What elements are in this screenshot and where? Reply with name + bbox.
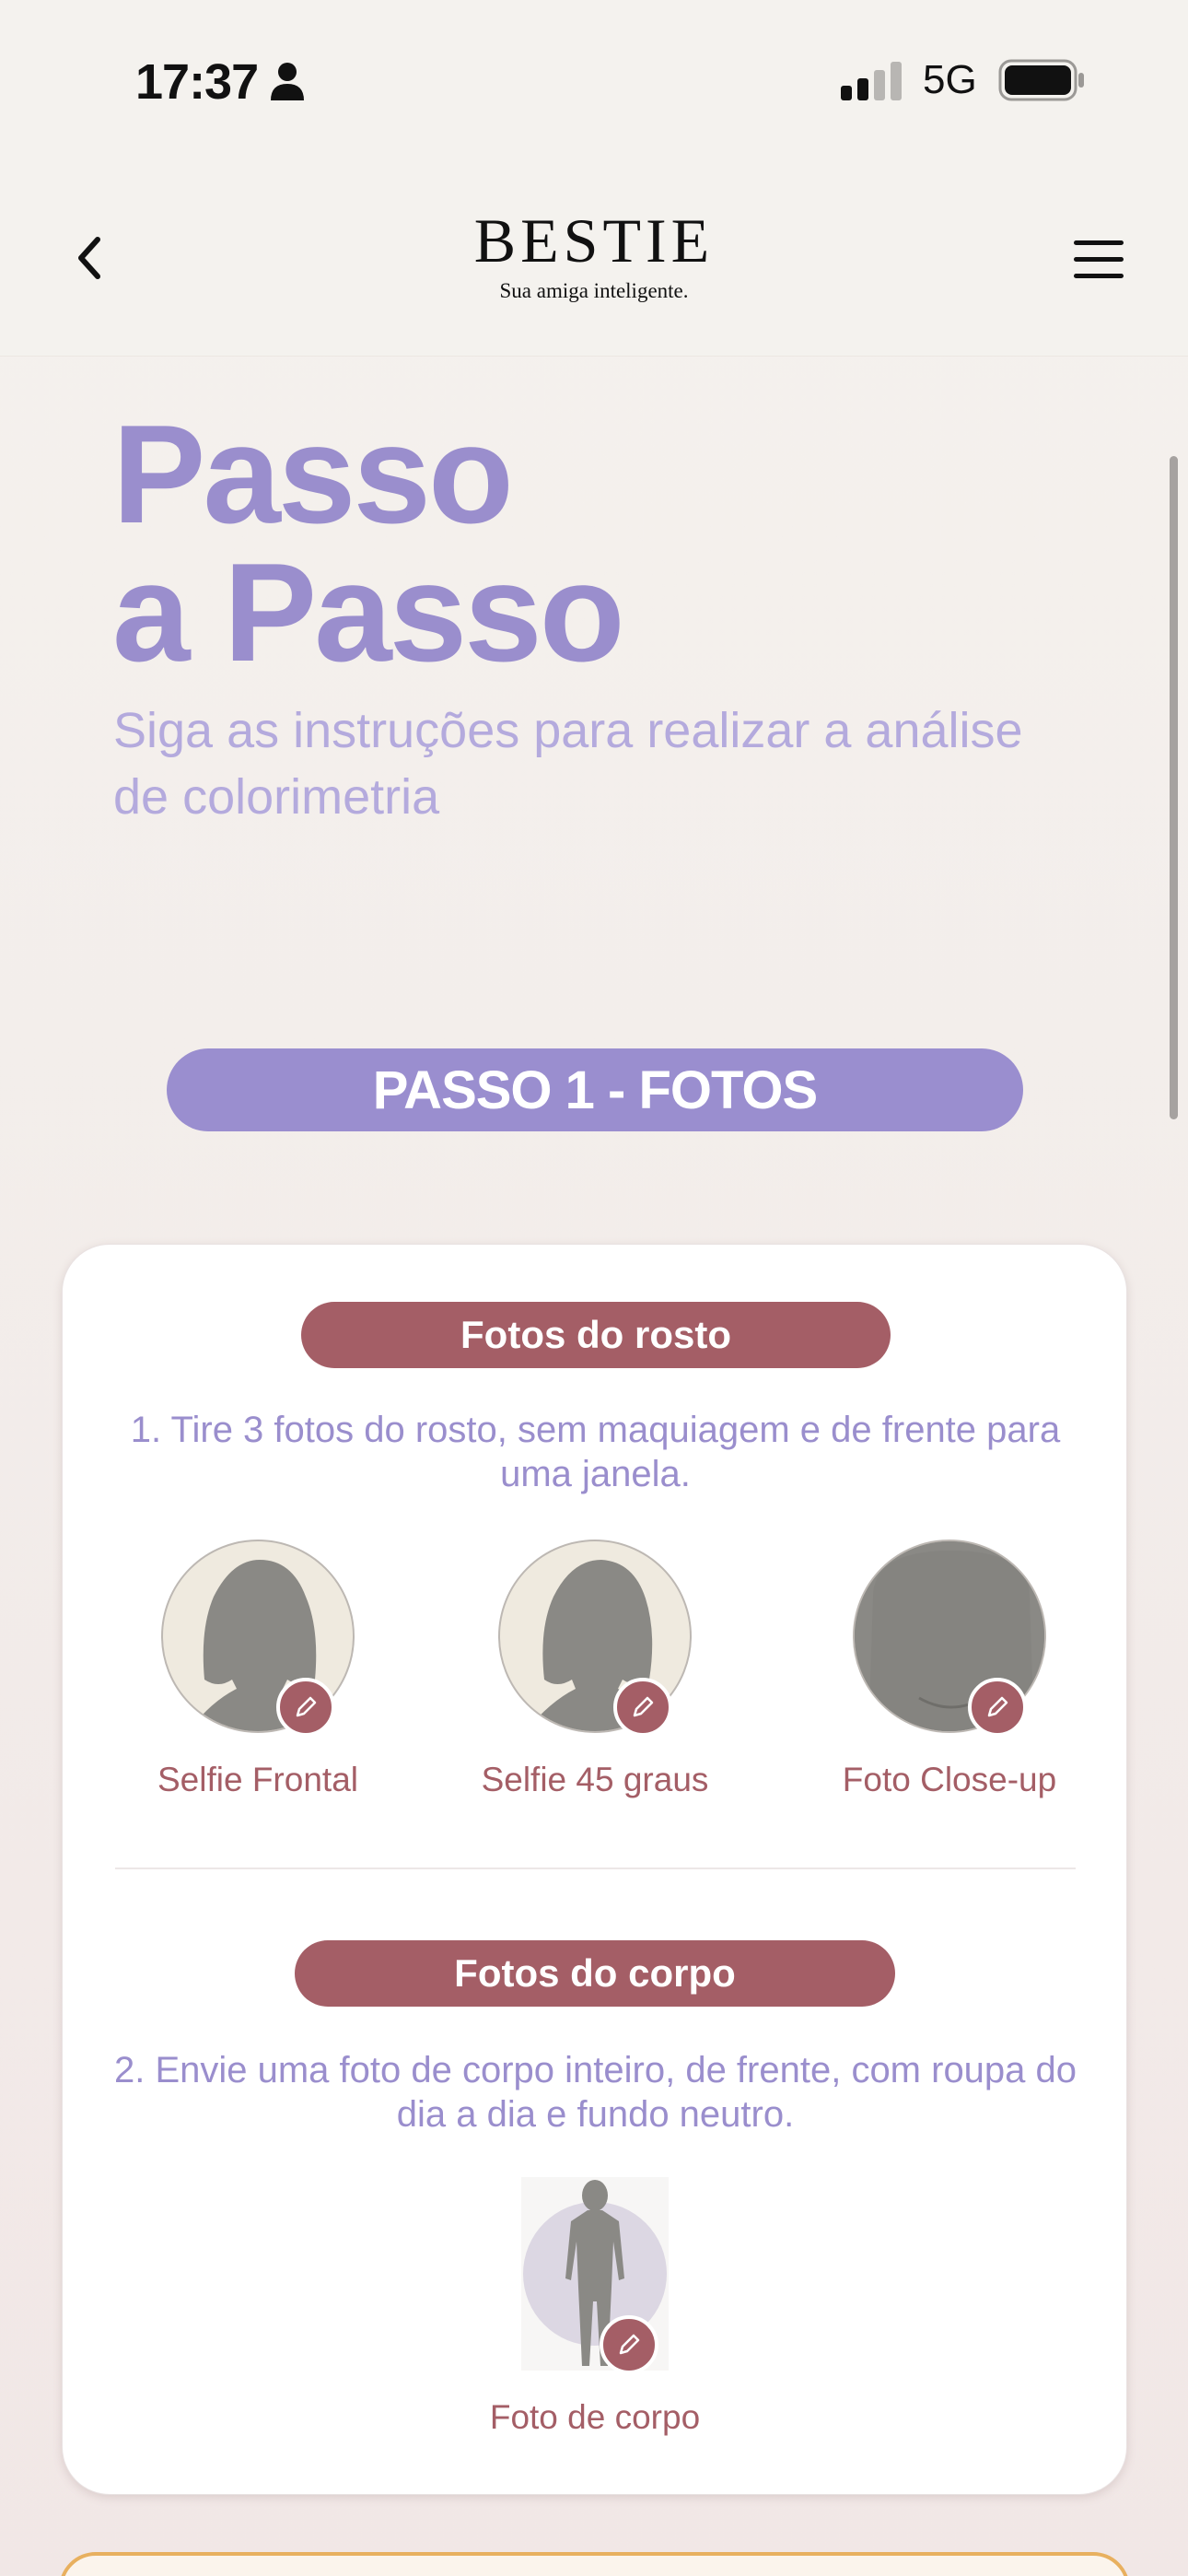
edit-pencil-icon[interactable] bbox=[613, 1678, 672, 1737]
logo[interactable]: BESTIE Sua amiga inteligente. bbox=[0, 209, 1188, 303]
photo-slot-selfie-45[interactable]: Selfie 45 graus bbox=[475, 1540, 715, 1799]
next-card-peek bbox=[59, 2552, 1130, 2576]
menu-button[interactable] bbox=[1072, 235, 1125, 283]
logo-title: BESTIE bbox=[473, 205, 715, 275]
body-instruction: 2. Envie uma foto de corpo inteiro, de f… bbox=[113, 2050, 1077, 2135]
network-label: 5G bbox=[923, 57, 977, 102]
page-subtitle: Siga as instruções para realizar a análi… bbox=[113, 703, 1023, 825]
slot-label: Selfie Frontal bbox=[157, 1761, 358, 1798]
logo-tagline: Sua amiga inteligente. bbox=[499, 279, 689, 302]
status-time: 17:37 bbox=[135, 54, 259, 110]
step-badge: PASSO 1 - FOTOS bbox=[167, 1048, 1023, 1131]
scrollbar[interactable] bbox=[1170, 456, 1178, 1119]
photo-slot-body[interactable]: Foto de corpo bbox=[475, 2177, 715, 2437]
page-title: Passo a Passo bbox=[112, 396, 625, 691]
slot-label: Foto de corpo bbox=[489, 2398, 701, 2436]
edit-pencil-icon[interactable] bbox=[600, 2315, 658, 2374]
face-instruction: 1. Tire 3 fotos do rosto, sem maquiagem … bbox=[130, 1410, 1061, 1494]
battery-icon bbox=[998, 59, 1084, 101]
section-divider bbox=[115, 1868, 1076, 1869]
body-section-title: Fotos do corpo bbox=[295, 1940, 895, 2007]
page-title-line2: a Passo bbox=[112, 534, 625, 691]
photo-slot-close-up[interactable]: Foto Close-up bbox=[830, 1540, 1069, 1799]
edit-pencil-icon[interactable] bbox=[276, 1678, 335, 1737]
photos-card: Fotos do rosto 1. Tire 3 fotos do rosto,… bbox=[62, 1244, 1127, 2495]
slot-label: Selfie 45 graus bbox=[481, 1761, 709, 1798]
edit-pencil-icon[interactable] bbox=[968, 1678, 1027, 1737]
person-icon bbox=[271, 63, 304, 100]
page-title-line1: Passo bbox=[112, 396, 514, 553]
face-section-title: Fotos do rosto bbox=[301, 1302, 891, 1368]
signal-icon bbox=[841, 62, 902, 100]
photo-slot-selfie-frontal[interactable]: Selfie Frontal bbox=[138, 1540, 378, 1799]
app-header: BESTIE Sua amiga inteligente. bbox=[0, 161, 1188, 357]
slot-label: Foto Close-up bbox=[842, 1761, 1057, 1798]
status-bar: 17:37 5G bbox=[0, 0, 1188, 161]
